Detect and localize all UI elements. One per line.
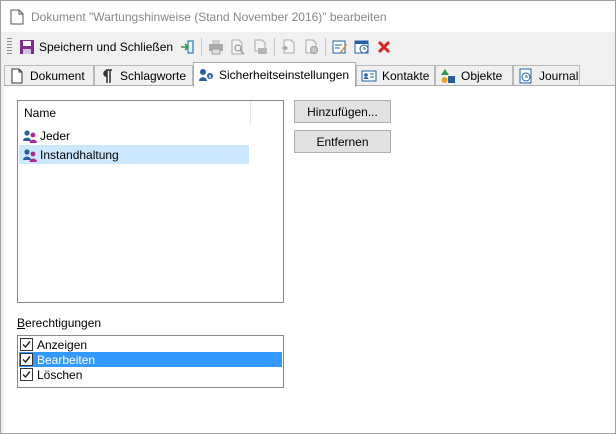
delete-icon — [378, 40, 391, 54]
save-and-close-button[interactable]: Speichern und Schließen — [16, 36, 176, 58]
toolbar: Speichern und Schließen — [5, 34, 429, 60]
save-and-close-label: Speichern und Schließen — [39, 40, 174, 54]
copy-document-button[interactable] — [278, 36, 300, 58]
permission-label: Löschen — [37, 367, 83, 382]
security-settings-panel: Name Jeder Instandhaltung Hinzufügen... … — [4, 85, 615, 433]
print-preview-button[interactable] — [227, 36, 249, 58]
security-icon — [199, 69, 213, 81]
column-separator[interactable] — [250, 101, 251, 125]
list-header-label: Name — [24, 105, 57, 120]
permissions-label-rest: erechtigungen — [25, 316, 102, 330]
tab-journal[interactable]: Journal — [513, 65, 580, 86]
print-button[interactable] — [205, 36, 227, 58]
print-setup-button[interactable] — [249, 36, 271, 58]
tab-schlagworte[interactable]: Schlagworte — [94, 65, 193, 86]
contact-card-icon — [361, 70, 377, 82]
print-preview-icon — [231, 39, 245, 55]
tab-label: Sicherheitseinstellungen — [219, 68, 350, 82]
tab-label: Kontakte — [382, 69, 430, 83]
group-list[interactable]: Name Jeder Instandhaltung — [17, 100, 284, 303]
document-icon — [10, 9, 24, 24]
list-item-label: Instandhaltung — [40, 147, 119, 162]
tab-sicherheitseinstellungen[interactable]: Sicherheitseinstellungen — [193, 62, 356, 87]
objects-icon — [441, 69, 455, 83]
window-title: Dokument "Wartungshinweise (Stand Novemb… — [31, 9, 387, 24]
tab-kontakte[interactable]: Kontakte — [356, 65, 435, 86]
tab-label: Journal — [539, 69, 579, 83]
user-group-icon — [23, 148, 37, 162]
toolbar-grip[interactable] — [7, 38, 12, 56]
save-icon — [20, 40, 34, 54]
edit-properties-button[interactable] — [329, 36, 351, 58]
checkmark-icon — [22, 341, 31, 349]
permissions-label-accel: B — [17, 316, 26, 330]
tab-objekte[interactable]: Objekte — [435, 65, 513, 86]
toolbar-separator — [274, 38, 276, 56]
permission-item[interactable]: Bearbeiten — [19, 352, 282, 367]
delete-button[interactable] — [373, 36, 395, 58]
toolbar-separator — [201, 38, 203, 56]
permission-checkbox[interactable] — [20, 368, 33, 381]
pilcrow-icon — [103, 69, 112, 83]
schedule-button[interactable] — [351, 36, 373, 58]
tab-label: Schlagworte — [120, 69, 187, 83]
tab-label: Objekte — [461, 69, 503, 83]
print-icon — [209, 40, 224, 55]
schedule-icon — [354, 40, 369, 54]
list-item[interactable]: Jeder — [19, 126, 249, 145]
permission-label: Bearbeiten — [37, 352, 96, 367]
dialog-window: Dokument "Wartungshinweise (Stand Novemb… — [0, 0, 616, 434]
remove-button[interactable]: Entfernen — [294, 130, 391, 153]
permission-checkbox[interactable] — [20, 338, 33, 351]
checkmark-icon — [22, 356, 31, 364]
move-document-button[interactable] — [300, 36, 322, 58]
title-bar: Dokument "Wartungshinweise (Stand Novemb… — [1, 1, 615, 32]
list-header-name[interactable]: Name — [18, 101, 283, 125]
move-document-icon — [305, 39, 319, 54]
permissions-label: Berechtigungen — [17, 316, 101, 330]
list-item-label: Jeder — [40, 128, 71, 143]
toolbar-separator — [325, 38, 327, 56]
exit-icon — [181, 40, 194, 54]
print-setup-icon — [254, 39, 268, 54]
tab-strip: Dokument Schlagworte Sicherheitseinstell… — [4, 62, 616, 87]
checkmark-icon — [22, 371, 31, 379]
add-button[interactable]: Hinzufügen... — [294, 100, 391, 123]
tab-dokument[interactable]: Dokument — [4, 65, 94, 86]
permission-checkbox[interactable] — [20, 353, 33, 366]
user-group-icon — [23, 129, 37, 143]
document-icon — [11, 68, 23, 84]
exit-button[interactable] — [176, 36, 198, 58]
list-item[interactable]: Instandhaltung — [19, 145, 249, 164]
edit-properties-icon — [332, 40, 348, 54]
permission-item[interactable]: Anzeigen — [19, 337, 282, 352]
tab-label: Dokument — [30, 69, 85, 83]
copy-document-icon — [282, 39, 295, 54]
permission-label: Anzeigen — [37, 337, 88, 352]
journal-icon — [519, 68, 532, 84]
permissions-list[interactable]: Anzeigen Bearbeiten Löschen — [17, 335, 284, 388]
permission-item[interactable]: Löschen — [19, 367, 282, 382]
